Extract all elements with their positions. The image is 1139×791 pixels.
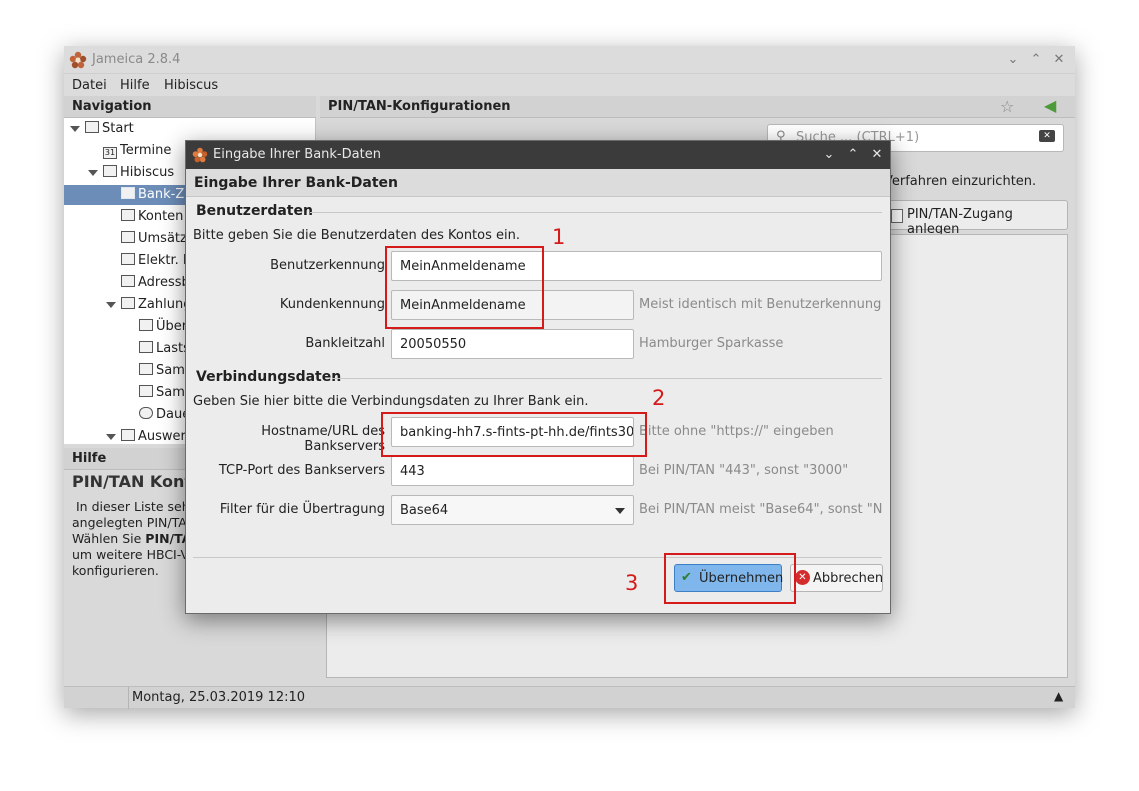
annotation-box-3 [664, 553, 796, 604]
tree-item-umsaetze[interactable]: Umsätz [121, 229, 187, 249]
hostname-label: Hostname/URL des Bankservers [261, 424, 385, 454]
section-benutzerdaten-intro: Bitte geben Sie die Benutzerdaten des Ko… [193, 228, 520, 243]
section-divider [332, 378, 882, 379]
transfer-icon [139, 319, 153, 331]
tree-item-elektr-kontoauszuege[interactable]: Elektr. K [121, 251, 191, 271]
annotation-box-1 [385, 246, 544, 329]
document-icon [891, 209, 903, 223]
tree-item-ueberweisungen[interactable]: Über [139, 317, 187, 337]
cancel-button[interactable]: ✕ Abbrechen [790, 564, 883, 592]
help-heading: PIN/TAN Konfi [72, 472, 197, 491]
dialog-minimize-icon[interactable]: ⌄ [820, 146, 838, 164]
tcp-port-hint: Bei PIN/TAN "443", sonst "3000" [639, 463, 849, 478]
expand-hibiscus-icon[interactable] [88, 170, 98, 176]
tree-item-dauerauftraege[interactable]: Daue [139, 405, 190, 425]
filter-hint: Bei PIN/TAN meist "Base64", sonst "Non [639, 502, 883, 517]
expand-start-icon[interactable] [70, 126, 80, 132]
cancel-icon: ✕ [795, 570, 810, 585]
window-title: Jameica 2.8.4 [92, 52, 181, 67]
tree-item-zahlungsverkehr[interactable]: Zahlung [121, 295, 191, 315]
debit-icon [139, 341, 153, 353]
status-divider [128, 687, 129, 709]
dialog-maximize-icon[interactable]: ⌃ [844, 146, 862, 164]
maximize-icon[interactable]: ⌃ [1027, 51, 1045, 69]
annotation-number-2: 2 [652, 386, 666, 410]
scroll-top-icon[interactable]: ▲ [1054, 689, 1063, 703]
jameica-logo-icon [69, 51, 87, 69]
transactions-icon [121, 231, 135, 243]
filter-select[interactable]: Base64 [391, 495, 634, 525]
status-bar: Montag, 25.03.2019 12:10 ▲ [64, 686, 1075, 709]
standing-order-icon [139, 407, 153, 419]
navigation-header: Navigation [64, 96, 316, 118]
close-icon[interactable]: ✕ [1050, 51, 1068, 69]
dialog-window-title: Eingabe Ihrer Bank-Daten [213, 147, 381, 162]
filter-label: Filter für die Übertragung [219, 502, 385, 517]
bankleitzahl-hint: Hamburger Sparkasse [639, 336, 784, 351]
tree-item-lastschriften[interactable]: Lasts [139, 339, 190, 359]
addressbook-icon [121, 275, 135, 287]
calendar-icon: 31 [103, 147, 117, 159]
folder-icon [121, 429, 135, 441]
dialog-title-bar: Eingabe Ihrer Bank-Daten ⌄ ⌃ ✕ [186, 141, 890, 169]
collective-icon [139, 363, 153, 375]
benutzerkennung-label: Benutzerkennung [270, 258, 385, 273]
section-divider [310, 212, 882, 213]
menu-bar: Datei Hilfe Hibiscus [64, 74, 1075, 96]
folder-icon [103, 165, 117, 177]
clear-search-icon[interactable]: ✕ [1039, 130, 1055, 142]
tree-item-auswertungen[interactable]: Auswer [121, 427, 186, 444]
pen-icon [121, 253, 135, 265]
monitor-icon [85, 121, 99, 133]
intro-text: Verfahren einzurichten. [884, 174, 1037, 189]
title-bar: Jameica 2.8.4 ⌄ ⌃ ✕ [64, 46, 1075, 74]
annotation-number-1: 1 [552, 225, 566, 249]
tree-item-hibiscus[interactable]: Hibiscus [103, 163, 174, 183]
chevron-down-icon [615, 508, 625, 514]
collective-debit-icon [139, 385, 153, 397]
star-icon[interactable]: ☆ [1000, 97, 1014, 116]
folder-icon [121, 297, 135, 309]
expand-zahlungsverkehr-icon[interactable] [106, 302, 116, 308]
tree-item-start[interactable]: Start [85, 119, 134, 139]
bank-data-dialog: Eingabe Ihrer Bank-Daten ⌄ ⌃ ✕ Eingabe I… [185, 140, 891, 614]
expand-auswertungen-icon[interactable] [106, 434, 116, 440]
bankleitzahl-label: Bankleitzahl [305, 336, 385, 351]
hostname-hint: Bitte ohne "https://" eingeben [639, 424, 834, 439]
annotation-box-2 [381, 412, 647, 457]
tcp-port-field[interactable]: 443 [391, 456, 634, 486]
page-title: PIN/TAN-Konfigurationen ☆ ◀ [320, 96, 1075, 118]
create-pintan-button[interactable]: PIN/TAN-Zugang anlegen [882, 200, 1068, 237]
menu-datei[interactable]: Datei [72, 78, 107, 93]
minimize-icon[interactable]: ⌄ [1004, 51, 1022, 69]
dialog-close-icon[interactable]: ✕ [868, 146, 886, 164]
help-text: In dieser Liste sehe angelegten PIN/TA W… [72, 499, 198, 578]
dialog-header: Eingabe Ihrer Bank-Daten [186, 169, 890, 197]
tcp-port-label: TCP-Port des Bankservers [218, 463, 385, 478]
kundenkennung-label: Kundenkennung [279, 297, 385, 312]
section-verbindungsdaten-title: Verbindungsdaten [196, 369, 342, 385]
tree-item-konten[interactable]: Konten [121, 207, 183, 227]
annotation-number-3: 3 [625, 571, 639, 595]
bankleitzahl-field[interactable]: 20050550 [391, 329, 634, 359]
users-icon [121, 187, 135, 199]
status-datetime: Montag, 25.03.2019 12:10 [132, 690, 306, 705]
kundenkennung-hint: Meist identisch mit Benutzerkennung [639, 297, 882, 312]
menu-hilfe[interactable]: Hilfe [120, 78, 150, 93]
menu-hibiscus[interactable]: Hibiscus [164, 78, 218, 93]
tree-item-adressbuch[interactable]: Adressb [121, 273, 190, 293]
section-verbindungsdaten-intro: Geben Sie hier bitte die Verbindungsdate… [193, 394, 589, 409]
tree-item-termine[interactable]: 31 Termine [103, 141, 171, 161]
section-benutzerdaten-title: Benutzerdaten [196, 203, 313, 219]
account-icon [121, 209, 135, 221]
back-arrow-icon[interactable]: ◀ [1044, 96, 1056, 115]
jameica-logo-icon [192, 147, 208, 163]
